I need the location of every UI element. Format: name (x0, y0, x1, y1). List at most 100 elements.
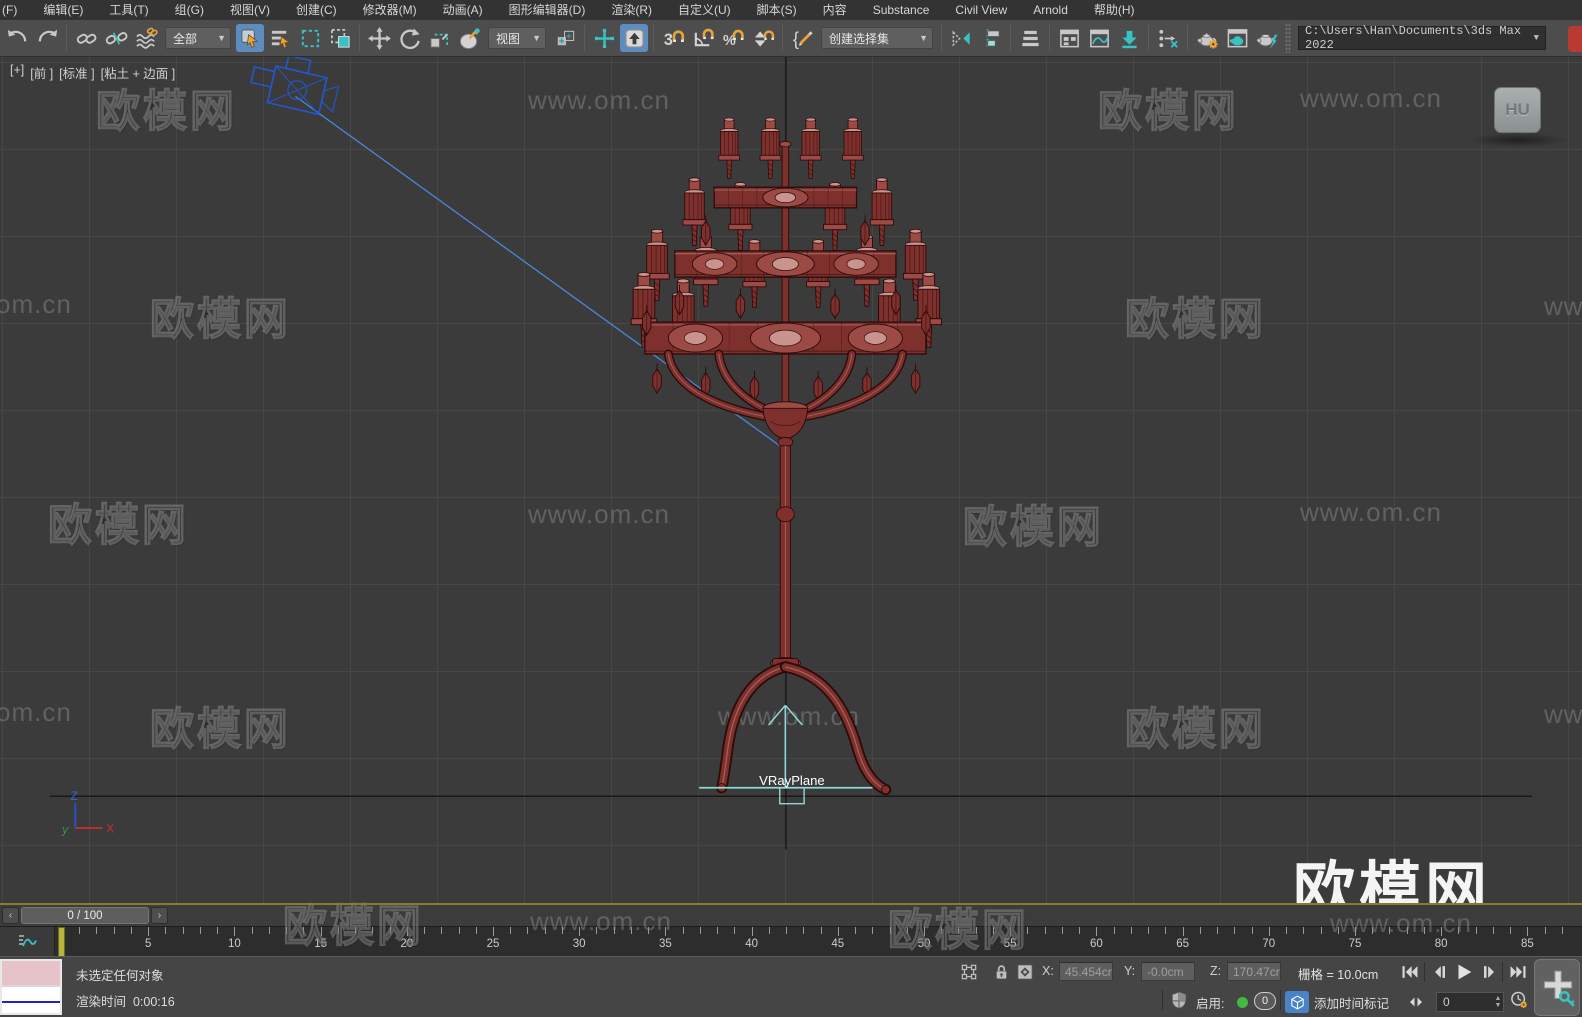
material-editor-icon[interactable] (1154, 24, 1182, 52)
viewport-label-part-1[interactable]: [前 ] (30, 63, 53, 82)
select-move-icon[interactable] (365, 24, 393, 52)
menu-item-7[interactable]: 动画(A) (430, 0, 496, 20)
ruler-tick (234, 927, 235, 936)
percent-snap-icon[interactable] (719, 24, 747, 52)
mini-curve-editor-button[interactable] (0, 927, 55, 957)
add-time-tag[interactable]: 添加时间标记 (1314, 993, 1389, 1012)
ruler-tick (1407, 927, 1408, 934)
time-slider-prev-button[interactable]: ‹ (2, 907, 19, 924)
ruler-tick (1303, 927, 1304, 934)
go-to-start-button[interactable] (1398, 960, 1422, 984)
menu-item-15[interactable]: Arnold (1020, 0, 1081, 20)
selection-region-icon[interactable] (296, 24, 324, 52)
toolbar-drag-handle[interactable] (1285, 23, 1291, 53)
frame-spinner[interactable]: ▲▼ (1492, 992, 1504, 1012)
select-rotate-icon[interactable] (395, 24, 423, 52)
security-shield-icon[interactable] (1168, 990, 1190, 1010)
menu-item-0[interactable]: (F) (0, 0, 30, 20)
viewport-label-part-2[interactable]: [标准 ] (59, 63, 94, 82)
track-bar[interactable]: 0510152025303540455055606570758085 (0, 926, 1582, 956)
edit-selection-sets-icon[interactable] (788, 24, 816, 52)
enable-status-dot (1237, 997, 1248, 1008)
named-selection-dropdown[interactable]: 创建选择集▼ (821, 27, 933, 49)
menu-item-11[interactable]: 脚本(S) (744, 0, 810, 20)
menu-item-13[interactable]: Substance (860, 0, 943, 20)
z-coord-field[interactable]: 170.47cm (1227, 962, 1281, 981)
menu-item-2[interactable]: 工具(T) (96, 0, 161, 20)
toolbar-separator (782, 25, 783, 51)
redo-icon[interactable] (33, 24, 61, 52)
menu-item-5[interactable]: 创建(C) (283, 0, 350, 20)
mirror-icon[interactable] (947, 24, 975, 52)
viewport-front[interactable]: 欧模网www.om.cn欧模网www.om.cnom.cn欧模网欧模网www欧模… (0, 57, 1582, 903)
menu-item-3[interactable]: 组(G) (162, 0, 217, 20)
time-slider[interactable]: 0 / 100 (21, 907, 149, 924)
toolbar-overflow-icon[interactable] (1568, 26, 1582, 52)
use-pivot-center-icon[interactable] (551, 24, 579, 52)
menu-item-14[interactable]: Civil View (942, 0, 1020, 20)
current-frame-marker[interactable] (58, 927, 65, 957)
go-to-end-button[interactable] (1506, 960, 1530, 984)
x-coord-field[interactable]: 45.454cm (1059, 962, 1113, 981)
next-frame-button[interactable] (1477, 960, 1501, 984)
key-mode-button[interactable] (1404, 990, 1428, 1014)
window-crossing-icon[interactable] (326, 24, 354, 52)
ruler-tick (631, 927, 632, 934)
render-setup-icon[interactable] (1193, 24, 1221, 52)
menu-item-10[interactable]: 自定义(U) (665, 0, 744, 20)
previous-frame-button[interactable] (1428, 960, 1452, 984)
project-folder-dropdown[interactable]: C:\Users\Han\Documents\3ds Max 2022▼ (1298, 26, 1546, 50)
set-key-button[interactable] (1534, 959, 1580, 1016)
y-coord-label: Y: (1124, 964, 1135, 978)
play-button[interactable] (1452, 960, 1476, 984)
render-frame-icon[interactable] (1223, 24, 1251, 52)
selection-lock-icon[interactable] (990, 962, 1012, 982)
mini-listener[interactable] (0, 959, 62, 1015)
time-slider-next-button[interactable]: › (151, 907, 168, 924)
zero-button[interactable]: 0 (1254, 992, 1276, 1010)
ruler-tick (1217, 927, 1218, 934)
ref-coordinate-dropdown[interactable]: 视图▼ (488, 27, 546, 49)
ruler-tick (1545, 927, 1546, 934)
select-place-icon[interactable] (455, 24, 483, 52)
absolute-mode-icon[interactable] (1014, 962, 1036, 982)
y-coord-field[interactable]: -0.0cm (1141, 962, 1195, 981)
schematic-view-icon[interactable] (1115, 24, 1143, 52)
select-manipulate-icon[interactable] (590, 24, 618, 52)
menu-item-9[interactable]: 渲染(R) (598, 0, 665, 20)
bind-spacewarp-icon[interactable] (132, 24, 160, 52)
tier-ring (645, 322, 926, 354)
toolbar-separator (66, 25, 67, 51)
keyboard-override-icon[interactable] (620, 24, 648, 52)
menu-item-6[interactable]: 修改器(M) (350, 0, 430, 20)
pendant-drop (831, 288, 839, 318)
select-scale-icon[interactable] (425, 24, 453, 52)
scene-explorer-icon[interactable] (1016, 24, 1044, 52)
transform-typein-icon[interactable] (958, 962, 980, 982)
isolate-selection-icon[interactable] (1285, 991, 1309, 1013)
viewport-label-part-3[interactable]: [粘土 + 边面 ] (101, 63, 176, 82)
unlink-icon[interactable] (102, 24, 130, 52)
select-object-icon[interactable] (236, 24, 264, 52)
menu-item-16[interactable]: 帮助(H) (1081, 0, 1148, 20)
select-by-name-icon[interactable] (266, 24, 294, 52)
link-icon[interactable] (72, 24, 100, 52)
render-production-icon[interactable] (1253, 24, 1281, 52)
menu-item-4[interactable]: 视图(V) (217, 0, 283, 20)
layer-explorer-icon[interactable] (1055, 24, 1083, 52)
ruler-tick (683, 927, 684, 934)
spinner-snap-icon[interactable] (749, 24, 777, 52)
camera-object[interactable] (247, 57, 342, 117)
angle-snap-icon[interactable] (689, 24, 717, 52)
curve-editor-icon[interactable] (1085, 24, 1113, 52)
viewport-label-part-0[interactable]: [+] (10, 63, 24, 82)
selection-filter-dropdown[interactable]: 全部▼ (165, 27, 231, 49)
ruler-tick (372, 927, 373, 934)
menu-item-12[interactable]: 内容 (810, 0, 860, 20)
align-icon[interactable] (977, 24, 1005, 52)
time-config-icon[interactable] (1508, 990, 1530, 1010)
snap-3d-icon[interactable] (659, 24, 687, 52)
menu-item-8[interactable]: 图形编辑器(D) (496, 0, 599, 20)
undo-icon[interactable] (3, 24, 31, 52)
menu-item-1[interactable]: 编辑(E) (30, 0, 96, 20)
